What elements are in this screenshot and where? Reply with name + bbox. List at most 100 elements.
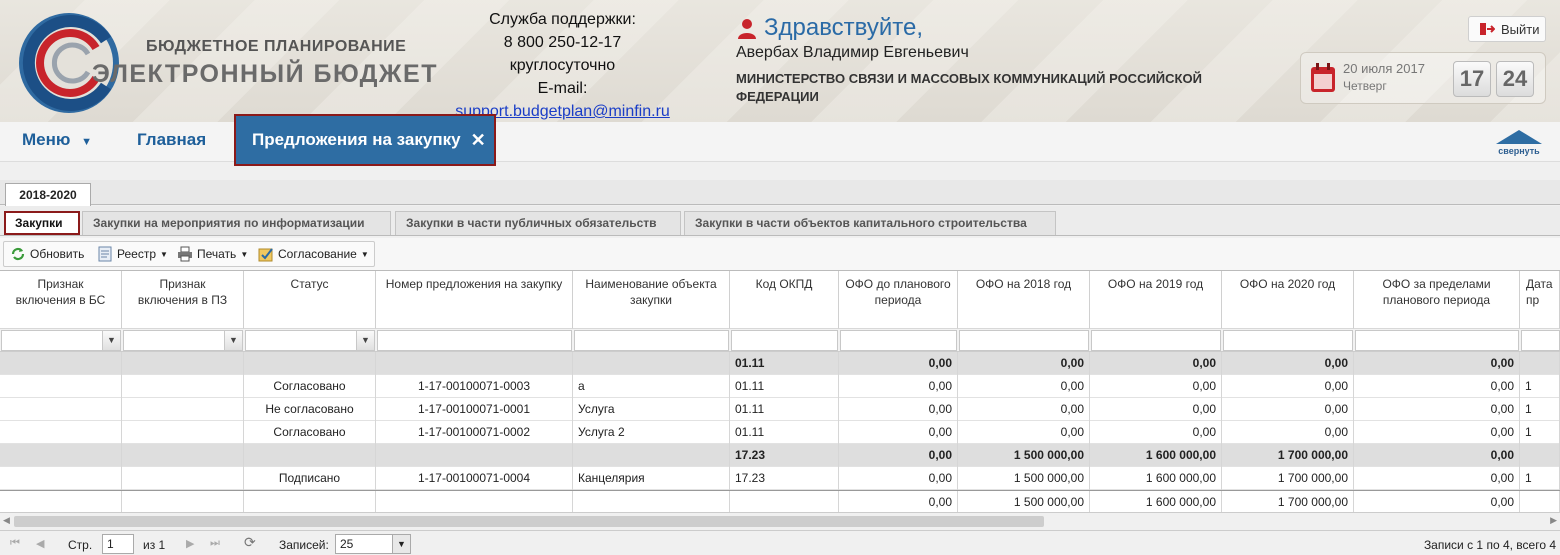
cell-object-name (573, 352, 730, 375)
brand-title-line2: ЭЛЕКТРОННЫЙ БЮДЖЕТ (92, 60, 438, 88)
tab-year-2018-2020[interactable]: 2018-2020 (5, 183, 91, 206)
registry-button[interactable]: Реестр ▼ (97, 246, 168, 262)
support-hours: круглосуточно (509, 57, 616, 74)
last-page-icon[interactable]: ⏭ (210, 537, 220, 550)
horizontal-scroll-thumb[interactable] (14, 516, 1044, 527)
filter-proposal-number[interactable] (377, 330, 572, 351)
cell-proposal-number: 1-17-00100071-0002 (376, 421, 573, 444)
cell-ofo-2020: 1 700 000,00 (1222, 444, 1354, 467)
refresh-button[interactable]: Обновить (10, 246, 84, 262)
cell-object-name: Услуга 2 (573, 421, 730, 444)
page-number-input[interactable]: 1 (102, 534, 134, 554)
cell-object-name (573, 444, 730, 467)
cell-ofo-2018: 1 500 000,00 (958, 491, 1090, 512)
column-header-ofo-2018[interactable]: ОФО на 2018 год (958, 271, 1090, 329)
tab-public-obligation-purchases[interactable]: Закупки в части публичных обязательств (395, 211, 681, 235)
column-header-proposal-number[interactable]: Номер предложения на закупку (376, 271, 573, 329)
cell-status: Подписано (244, 467, 376, 490)
cell-ofo-2018: 0,00 (958, 375, 1090, 398)
chevron-down-icon[interactable]: ▼ (102, 331, 120, 350)
table-row[interactable]: Согласовано 1-17-00100071-0003 а 01.11 0,00 0… (0, 375, 1560, 398)
cell-ofo-2019: 0,00 (1090, 375, 1222, 398)
column-header-bs-flag[interactable]: Признак включения в БС (0, 271, 122, 329)
filter-ofo-2020[interactable] (1223, 330, 1353, 351)
group-row: 17.23 0,00 1 500 000,00 1 600 000,00 1 700 0… (0, 444, 1560, 467)
next-page-icon[interactable]: ▶ (186, 537, 194, 550)
tab-capital-construction-purchases[interactable]: Закупки в части объектов капитального ст… (684, 211, 1056, 235)
cell-ofo-after: 0,00 (1354, 491, 1520, 512)
logout-button[interactable]: Выйти (1468, 16, 1546, 42)
table-row[interactable]: Не согласовано 1-17-00100071-0001 Услуга 01… (0, 398, 1560, 421)
prev-page-icon[interactable]: ◀ (36, 537, 44, 550)
filter-bs-flag[interactable]: ▼ (1, 330, 121, 351)
print-button[interactable]: Печать ▼ (177, 246, 248, 262)
cell-okpd-code: 01.11 (730, 352, 839, 375)
records-per-page-select[interactable]: 25 ▼ (335, 534, 411, 554)
support-block: Служба поддержки: 8 800 250-12-17 кругло… (430, 8, 695, 122)
cell-ofo-2020: 0,00 (1222, 352, 1354, 375)
tab-informatization-purchases[interactable]: Закупки на мероприятия по информатизации (82, 211, 391, 235)
horizontal-scrollbar[interactable]: ◀ ▶ (0, 512, 1560, 529)
scroll-right-icon[interactable]: ▶ (1550, 515, 1557, 526)
cell-date: 1 (1520, 467, 1560, 490)
filter-ofo-2018[interactable] (959, 330, 1089, 351)
cell-okpd-code: 17.23 (730, 467, 839, 490)
records-summary: Записи с 1 по 4, всего 4 (1423, 538, 1556, 552)
approval-button[interactable]: Согласование ▼ (258, 246, 369, 262)
column-header-okpd-code[interactable]: Код ОКПД (730, 271, 839, 329)
cell-ofo-2019: 0,00 (1090, 398, 1222, 421)
table-row[interactable]: Подписано 1-17-00100071-0004 Канцелярия 17.… (0, 467, 1560, 490)
purchases-grid: Признак включения в БС Признак включения… (0, 270, 1560, 512)
filter-object-name[interactable] (574, 330, 729, 351)
cell-okpd-code: 01.11 (730, 375, 839, 398)
filter-okpd-code[interactable] (731, 330, 838, 351)
cell-status (244, 352, 376, 375)
cell-ofo-before: 0,00 (839, 491, 958, 512)
column-header-pz-flag[interactable]: Признак включения в ПЗ (122, 271, 244, 329)
tab-purchase-proposals[interactable]: Предложения на закупку ✕ (234, 114, 496, 166)
collapse-label: свернуть (1498, 146, 1540, 156)
approval-label: Согласование (278, 247, 357, 261)
tab-purchases[interactable]: Закупки (4, 211, 80, 235)
first-page-icon[interactable]: ⏮ (10, 537, 20, 550)
cell-bs-flag (0, 375, 122, 398)
chevron-down-icon: ▼ (360, 249, 369, 259)
column-header-ofo-after[interactable]: ОФО за пределами планового периода (1354, 271, 1520, 329)
menu-button[interactable]: Меню ▼ (22, 130, 92, 150)
chevron-down-icon[interactable]: ▼ (356, 331, 374, 350)
close-icon[interactable]: ✕ (471, 130, 486, 151)
support-title: Служба поддержки: (489, 11, 636, 28)
filter-date[interactable] (1521, 330, 1560, 351)
chevron-down-icon[interactable]: ▼ (224, 331, 242, 350)
filter-pz-flag[interactable]: ▼ (123, 330, 243, 351)
cell-object-name: Канцелярия (573, 467, 730, 490)
column-header-ofo-2020[interactable]: ОФО на 2020 год (1222, 271, 1354, 329)
home-link[interactable]: Главная (137, 130, 206, 150)
cell-ofo-before: 0,00 (839, 398, 958, 421)
cell-ofo-2019: 1 600 000,00 (1090, 491, 1222, 512)
cell-pz-flag (122, 444, 244, 467)
filter-ofo-2019[interactable] (1091, 330, 1221, 351)
support-email-label: E-mail: (537, 80, 588, 97)
cell-ofo-2018: 1 500 000,00 (958, 467, 1090, 490)
cell-ofo-after: 0,00 (1354, 444, 1520, 467)
cell-pz-flag (122, 352, 244, 375)
reload-icon[interactable]: ⟳ (244, 534, 256, 551)
column-header-object-name[interactable]: Наименование объекта закупки (573, 271, 730, 329)
calendar-icon (1311, 63, 1335, 92)
chevron-down-icon[interactable]: ▼ (392, 535, 410, 553)
table-row[interactable]: Согласовано 1-17-00100071-0002 Услуга 2 01.… (0, 421, 1560, 444)
cell-pz-flag (122, 398, 244, 421)
filter-ofo-after[interactable] (1355, 330, 1519, 351)
column-header-status[interactable]: Статус (244, 271, 376, 329)
grid-pager: ⏮ ◀ Стр. 1 из 1 ▶ ⏭ ⟳ Записей: 25 ▼ Запи… (0, 530, 1560, 555)
column-header-ofo-2019[interactable]: ОФО на 2019 год (1090, 271, 1222, 329)
collapse-button[interactable]: свернуть (1496, 130, 1542, 156)
cell-ofo-2020: 1 700 000,00 (1222, 467, 1354, 490)
scroll-left-icon[interactable]: ◀ (3, 515, 10, 526)
filter-status[interactable]: ▼ (245, 330, 375, 351)
cell-ofo-before: 0,00 (839, 352, 958, 375)
column-header-date[interactable]: Дата пр (1520, 271, 1560, 329)
filter-ofo-before[interactable] (840, 330, 957, 351)
column-header-ofo-before[interactable]: ОФО до планового периода (839, 271, 958, 329)
